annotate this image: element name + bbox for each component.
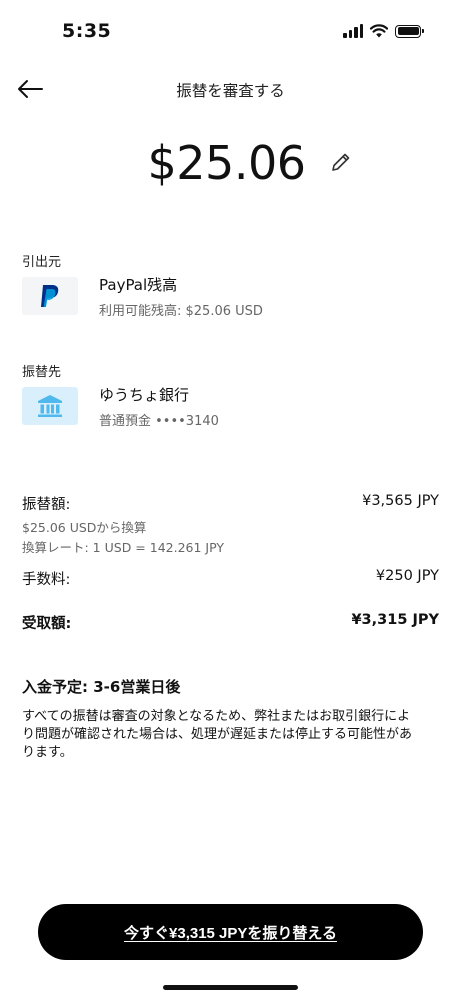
from-account-icon-box[interactable] <box>22 277 78 315</box>
wifi-icon <box>370 24 388 38</box>
paypal-logo-icon <box>41 285 59 307</box>
edit-pencil-icon[interactable] <box>329 150 353 174</box>
arrival-estimate: 入金予定: 3-6営業日後 <box>22 678 181 696</box>
to-account-name: ゆうちょ銀行 <box>99 386 190 404</box>
home-indicator <box>163 985 298 990</box>
fee-label: 手数料: <box>22 572 71 588</box>
to-account-detail: 普通預金 ••••3140 <box>99 414 219 429</box>
disclaimer-text: すべての振替は審査の対象となるため、弊社またはお取引銀行により問題が確認された場… <box>22 709 413 760</box>
transfer-now-button[interactable]: 今すぐ¥3,315 JPYを振り替える <box>38 904 423 960</box>
receive-amount-value: ¥3,315 JPY <box>351 612 439 628</box>
status-icons <box>343 24 424 38</box>
transfer-amount-value: ¥3,565 JPY <box>362 493 439 509</box>
fee-value: ¥250 JPY <box>375 568 439 584</box>
transfer-amount-label: 振替額: <box>22 497 71 513</box>
receive-amount-label: 受取額: <box>22 616 72 632</box>
bank-icon <box>38 395 62 417</box>
page-title: 振替を審査する <box>176 82 285 100</box>
from-account-name: PayPal残高 <box>99 276 178 294</box>
exchange-rate-note: 換算レート: 1 USD = 142.261 JPY <box>22 540 224 555</box>
battery-icon <box>395 24 424 38</box>
to-section-label: 振替先 <box>22 365 62 380</box>
from-account-balance: 利用可能残高: $25.06 USD <box>99 304 263 319</box>
to-account-icon-box[interactable] <box>22 387 78 425</box>
amount-row: $25.06 <box>0 136 461 190</box>
from-section-label: 引出元 <box>22 255 62 270</box>
conversion-note: $25.06 USDから換算 <box>22 520 147 535</box>
cellular-signal-icon <box>343 24 363 38</box>
transfer-amount: $25.06 <box>147 136 306 190</box>
status-time: 5:35 <box>62 20 112 42</box>
